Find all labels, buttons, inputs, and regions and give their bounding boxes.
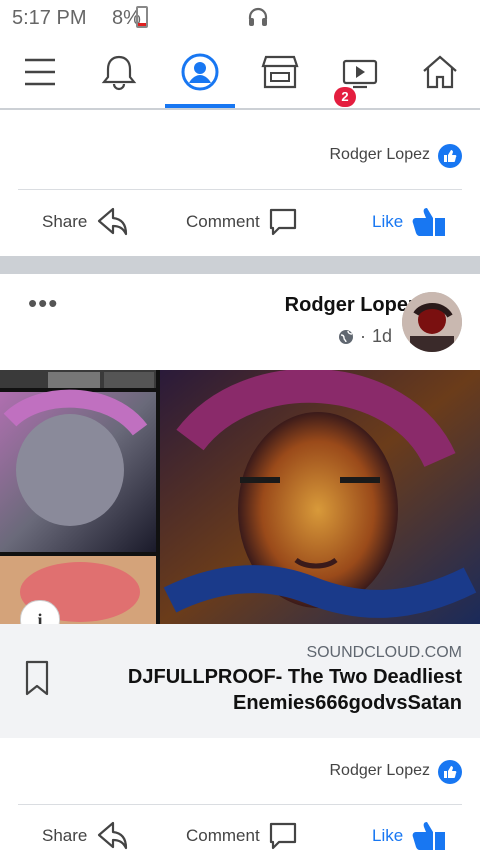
author-name[interactable]: Rodger Lopez (285, 294, 418, 317)
comment-button[interactable]: Comment (178, 194, 298, 250)
divider (18, 189, 462, 190)
like-reaction-icon (438, 144, 462, 168)
bookmark-icon[interactable] (24, 660, 50, 696)
link-preview[interactable]: SOUNDCLOUD.COM DJFULLPROOF- The Two Dead… (0, 624, 480, 738)
feed-separator (0, 256, 480, 274)
comment-label: Comment (186, 212, 260, 231)
share-icon (98, 207, 128, 236)
divider (18, 804, 462, 805)
notification-badge: 2 (334, 87, 356, 107)
home-icon[interactable] (418, 50, 462, 94)
reaction-summary[interactable]: Rodger Lopez (0, 132, 480, 178)
globe-icon (338, 329, 353, 344)
post-header: ••• Rodger Lopez · 1d (0, 274, 480, 370)
reactor-name: Rodger Lopez (329, 146, 430, 163)
marketplace-icon[interactable] (258, 50, 302, 94)
share-label: Share (42, 826, 88, 845)
post-time[interactable]: 1d (372, 326, 392, 347)
link-title: DJFULLPROOF- The Two Deadliest Enemies66… (127, 666, 462, 714)
comment-button[interactable]: Comment (178, 808, 298, 864)
like-label: Like (372, 212, 404, 231)
active-tab-indicator (165, 104, 235, 108)
link-domain: SOUNDCLOUD.COM (306, 644, 462, 661)
profile-icon[interactable] (178, 50, 222, 94)
headphones-icon (248, 7, 268, 26)
share-button[interactable]: Share (34, 808, 129, 864)
avatar[interactable] (402, 292, 462, 352)
menu-icon[interactable] (18, 50, 62, 94)
status-bar: 5:17 PM 8% (0, 0, 480, 36)
top-nav: 2 (0, 36, 480, 110)
post-actions-2: Like Comment Share (0, 808, 480, 864)
like-button[interactable]: Like (364, 808, 447, 864)
reactor-name: Rodger Lopez (329, 762, 430, 779)
post-actions: Like Comment Share (0, 194, 480, 250)
share-label: Share (42, 212, 88, 231)
like-label: Like (372, 826, 404, 845)
post-meta: · 1d (338, 326, 392, 347)
comment-icon (269, 822, 296, 850)
reaction-summary-2[interactable]: Rodger Lopez (0, 748, 480, 794)
post-image[interactable] (0, 368, 480, 624)
more-options-icon[interactable]: ••• (28, 288, 58, 319)
bell-icon[interactable] (97, 50, 141, 94)
thumbs-up-icon (412, 208, 446, 236)
like-reaction-icon (438, 760, 462, 784)
clock: 5:17 PM (12, 7, 87, 29)
comment-icon (269, 208, 296, 236)
battery-icon (136, 6, 148, 28)
dot-separator: · (359, 326, 366, 346)
thumbs-up-icon (412, 822, 446, 850)
like-button[interactable]: Like (364, 194, 447, 250)
share-icon (98, 821, 128, 850)
share-button[interactable]: Share (34, 194, 129, 250)
comment-label: Comment (186, 826, 260, 845)
